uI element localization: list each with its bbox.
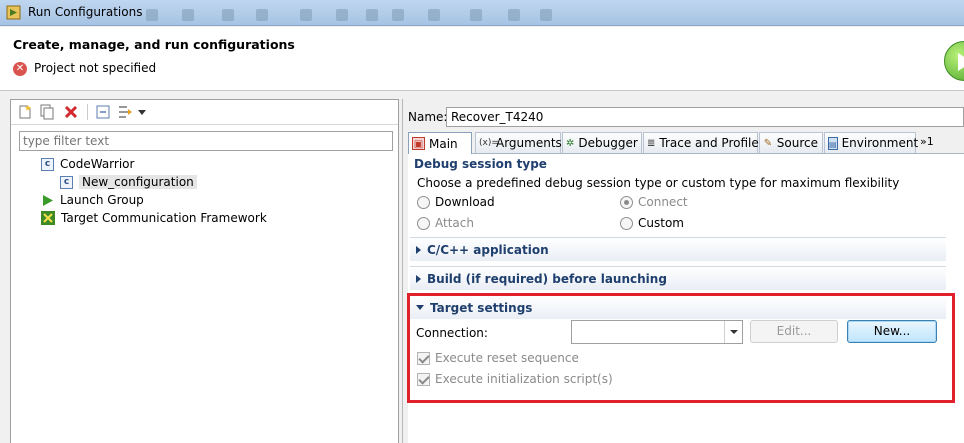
toolbar-blur-icon — [256, 9, 268, 21]
run-configurations-icon — [6, 5, 21, 20]
tree-item-label: CodeWarrior — [60, 157, 135, 171]
radio-connect[interactable]: Connect — [620, 195, 688, 209]
radio-label: Custom — [638, 216, 684, 230]
tree-toolbar — [11, 100, 398, 125]
tab-label: Debugger — [578, 136, 638, 150]
configuration-tree-panel: c CodeWarrior c New_configuration Launch… — [10, 99, 399, 443]
codewarrior-config-icon: c — [41, 157, 54, 171]
tab-environment[interactable]: ▤ Environment — [824, 132, 919, 153]
filter-input[interactable] — [19, 131, 393, 151]
radio-download[interactable]: Download — [417, 195, 495, 209]
radio-custom[interactable]: Custom — [620, 216, 684, 230]
launch-group-icon — [43, 194, 53, 206]
delete-icon[interactable] — [63, 104, 79, 120]
section-title: Build (if required) before launching — [427, 271, 667, 286]
tree-item-label: Launch Group — [60, 193, 144, 207]
tab-arguments[interactable]: (x)= Arguments — [475, 132, 562, 153]
environment-icon: ▤ — [828, 136, 838, 150]
toolbar-blur-icon — [428, 9, 440, 21]
toolbar-blur-icon — [508, 9, 520, 21]
radio-attach[interactable]: Attach — [417, 216, 474, 230]
tree-item-launch-group[interactable]: Launch Group — [41, 191, 144, 209]
tab-trace-and-profile[interactable]: ≣ Trace and Profile — [643, 132, 759, 153]
tab-label: Environment — [841, 136, 919, 150]
section-cpp-application[interactable]: C/C++ application — [410, 237, 946, 261]
tcf-icon — [41, 211, 55, 225]
tree-item-new-configuration[interactable]: c New_configuration — [60, 173, 197, 191]
tree-item-codewarrior[interactable]: c CodeWarrior — [41, 155, 134, 173]
toolbar-blur-icon — [540, 9, 552, 21]
codewarrior-config-icon: c — [60, 175, 73, 189]
highlight-annotation — [407, 293, 955, 403]
toolbar-blur-icon — [300, 9, 312, 21]
radio-circle — [620, 195, 633, 209]
radio-label: Connect — [638, 195, 688, 209]
toolbar-blur-icon — [182, 9, 194, 21]
toolbar-blur-icon — [146, 9, 158, 21]
tree-item-label: New_configuration — [79, 175, 197, 189]
toolbar-blur-icon — [366, 9, 378, 21]
tab-label: Trace and Profile — [659, 136, 759, 150]
tab-debugger[interactable]: ✲ Debugger — [562, 132, 642, 153]
source-icon: ✎ — [763, 137, 773, 149]
new-configuration-icon[interactable] — [17, 104, 33, 120]
tab-source[interactable]: ✎ Source — [759, 132, 823, 153]
filter-icon[interactable] — [117, 104, 133, 120]
tab-main[interactable]: ▣ Main — [408, 132, 472, 154]
error-icon: ✕ — [13, 62, 27, 76]
name-label: Name: — [408, 110, 448, 124]
radio-circle — [417, 195, 430, 209]
run-banner-icon — [944, 41, 964, 81]
tab-bar: ▣ Main (x)= Arguments ✲ Debugger ≣ Trace… — [408, 132, 964, 154]
dialog-header: Create, manage, and run configurations ✕… — [0, 27, 964, 91]
arguments-icon: (x)= — [479, 137, 499, 148]
section-title: C/C++ application — [427, 242, 549, 257]
tab-overflow[interactable]: »1 — [920, 135, 934, 148]
tree-item-tcf[interactable]: Target Communication Framework — [41, 209, 267, 227]
expand-icon — [416, 274, 421, 283]
toolbar-blur-icon — [222, 9, 234, 21]
toolbar-blur-icon — [470, 9, 482, 21]
tab-label: Source — [776, 136, 818, 150]
window-title: Run Configurations — [28, 5, 143, 19]
view-menu-chevron-icon[interactable] — [137, 104, 147, 120]
debug-session-description: Choose a predefined debug session type o… — [417, 176, 900, 190]
debugger-icon: ✲ — [566, 137, 575, 149]
toolbar-blur-icon — [392, 9, 404, 21]
radio-circle — [620, 216, 633, 230]
expand-icon — [416, 245, 421, 254]
duplicate-icon[interactable] — [39, 104, 55, 120]
toolbar-separator — [87, 104, 88, 120]
debug-session-title: Debug session type — [414, 157, 547, 171]
tab-label: Main — [429, 136, 458, 151]
collapse-all-icon[interactable] — [95, 104, 111, 120]
radio-label: Download — [435, 195, 495, 209]
name-input[interactable] — [446, 107, 964, 127]
trace-icon: ≣ — [647, 137, 656, 149]
main-tab-icon: ▣ — [412, 137, 425, 150]
tab-label: Arguments — [496, 136, 562, 150]
dialog-title: Create, manage, and run configurations — [13, 37, 295, 52]
title-bar: Run Configurations — [0, 0, 964, 26]
radio-label: Attach — [435, 216, 474, 230]
radio-circle — [417, 216, 430, 230]
error-message: Project not specified — [34, 61, 157, 75]
section-build[interactable]: Build (if required) before launching — [410, 266, 946, 290]
tree-item-label: Target Communication Framework — [61, 211, 267, 225]
toolbar-blur-icon — [336, 9, 348, 21]
